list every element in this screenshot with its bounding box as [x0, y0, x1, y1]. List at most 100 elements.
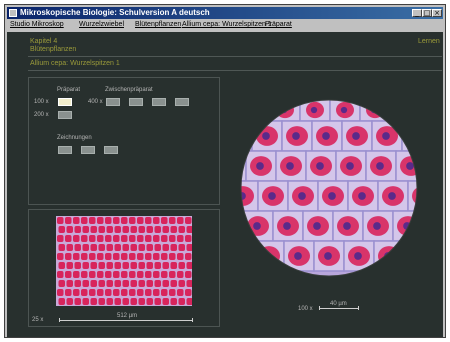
overview-cell	[90, 226, 97, 233]
overview-cell	[106, 226, 113, 233]
zeichnung-button-3[interactable]	[104, 146, 118, 154]
cell-nucleolus	[376, 162, 384, 170]
menu-wurzelzwiebel[interactable]: Wurzelzwiebel	[79, 21, 124, 28]
overview-cell	[106, 298, 113, 305]
overview-cell	[90, 298, 97, 305]
overview-cell	[169, 235, 176, 242]
learn-link[interactable]: Lernen	[418, 38, 440, 45]
overview-cell	[106, 280, 113, 287]
overview-cell	[105, 235, 112, 242]
overview-cell	[146, 262, 153, 269]
overview-cell	[177, 289, 184, 296]
close-button[interactable]: ×	[432, 9, 442, 17]
overview-cell	[169, 217, 176, 224]
overview-cell	[161, 271, 168, 278]
zwischen-button-4[interactable]	[175, 98, 189, 106]
overview-cell	[169, 253, 176, 260]
overview-cell	[145, 217, 152, 224]
overview-cell	[74, 226, 81, 233]
overview-cell	[138, 244, 145, 251]
overview-cell	[178, 280, 185, 287]
overview-micrograph[interactable]	[56, 216, 192, 306]
zeichnung-button-2[interactable]	[81, 146, 95, 154]
cell-nucleolus	[382, 132, 390, 140]
overview-cell	[98, 226, 105, 233]
cell-nucleus	[378, 246, 400, 266]
menu-studio-mikroskop[interactable]: Studio Mikroskop	[10, 21, 64, 28]
overview-cell	[89, 253, 96, 260]
zwischen-button-1[interactable]	[106, 98, 120, 106]
overview-cell	[65, 289, 72, 296]
chapter-title: Blütenpflanzen	[30, 46, 77, 53]
overview-cell	[185, 253, 192, 260]
overview-cell	[178, 262, 185, 269]
overview-cell	[57, 289, 64, 296]
cell-nucleus	[396, 101, 414, 119]
cell-nucleolus	[406, 162, 414, 170]
menu-allium-cepa[interactable]: Allium cepa: Wurzelspitzen 1	[182, 21, 272, 28]
overview-cell	[57, 253, 64, 260]
overview-cell	[129, 289, 136, 296]
cell-nucleolus	[286, 162, 294, 170]
cell-nucleolus	[241, 252, 242, 260]
overview-cell	[66, 226, 73, 233]
main-content: Kapitel 4 Blütenpflanzen Lernen Allium c…	[7, 32, 443, 337]
overview-cell	[114, 298, 121, 305]
overview-cell	[122, 280, 129, 287]
overview-cell	[146, 226, 153, 233]
overview-cell	[74, 280, 81, 287]
overview-cell	[82, 244, 89, 251]
overview-cell	[186, 262, 192, 269]
overview-cell	[153, 271, 160, 278]
overview-cell	[66, 262, 73, 269]
microscope-view[interactable]	[240, 99, 418, 277]
overview-cell	[162, 298, 169, 305]
overview-cell	[74, 244, 81, 251]
maximize-button[interactable]: □	[422, 9, 432, 17]
overview-cell	[153, 235, 160, 242]
title-bar[interactable]: Mikroskopische Biologie: Schulversion A …	[7, 7, 443, 19]
micrograph-scale-bar	[319, 308, 359, 309]
overview-cell	[66, 244, 73, 251]
menu-bluetenpflanzen[interactable]: Blütenpflanzen	[135, 21, 181, 28]
overview-cell	[57, 217, 64, 224]
overview-cell	[153, 217, 160, 224]
overview-cell	[97, 217, 104, 224]
cell-nucleolus	[358, 192, 366, 200]
overview-cell	[162, 280, 169, 287]
overview-scale-bar	[59, 320, 193, 321]
menu-bar: Studio Mikroskop Wurzelzwiebel Blütenpfl…	[7, 20, 443, 31]
overview-cell	[105, 271, 112, 278]
overview-cell	[122, 298, 129, 305]
overview-cell	[130, 262, 137, 269]
overview-cell	[170, 298, 177, 305]
cell-nucleolus	[414, 252, 417, 260]
zwischen-button-2[interactable]	[129, 98, 143, 106]
overview-cell	[81, 235, 88, 242]
overview-cell	[162, 262, 169, 269]
zwischen-button-3[interactable]	[152, 98, 166, 106]
overview-cell	[161, 253, 168, 260]
overview-cell	[185, 217, 192, 224]
overview-cell	[58, 298, 65, 305]
menu-praeparat[interactable]: Präparat	[265, 21, 292, 28]
micrograph-mag-label: 100 x	[298, 306, 313, 312]
zeichnung-button-1[interactable]	[58, 146, 72, 154]
overview-cell	[65, 253, 72, 260]
cell-nucleolus	[253, 222, 261, 230]
cell-nucleolus	[343, 222, 351, 230]
cell-nucleolus	[256, 162, 264, 170]
view-100x-button[interactable]	[58, 98, 72, 106]
overview-cell	[114, 226, 121, 233]
cell-wall	[241, 150, 247, 182]
overview-cell	[177, 235, 184, 242]
overview-cell	[113, 253, 120, 260]
overview-cell	[114, 262, 121, 269]
view-200x-button[interactable]	[58, 111, 72, 119]
overview-cell	[170, 280, 177, 287]
overview-cell	[98, 280, 105, 287]
mag-100-label: 100 x	[34, 99, 49, 105]
overview-cell	[82, 280, 89, 287]
cell-wall	[241, 120, 253, 152]
minimize-button[interactable]: _	[412, 9, 422, 17]
